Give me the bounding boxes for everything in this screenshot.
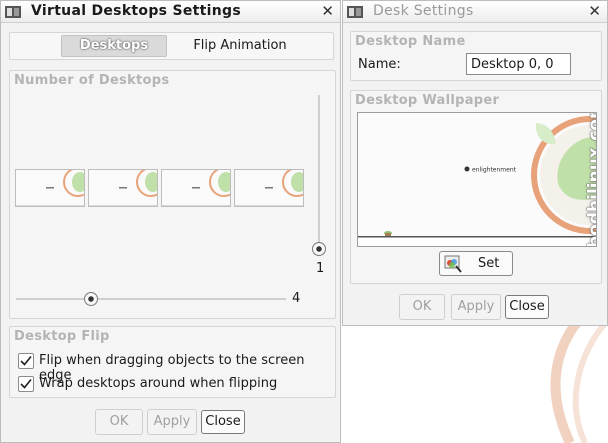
desk-close-icon[interactable]: ✕ <box>588 2 601 20</box>
number-of-desktops-frame: Number of Desktops 1 4 <box>9 70 336 319</box>
desktop-flip-label: Desktop Flip <box>14 329 110 344</box>
virtual-desktops-window: Virtual Desktops Settings ✕ Desktops Fli… <box>0 0 341 443</box>
wallpaper-preview[interactable]: enlightenment bodhilinux.com <box>357 112 597 247</box>
vd-close-icon[interactable]: ✕ <box>321 2 334 20</box>
wallpaper-image: enlightenment <box>358 113 596 246</box>
desktop-wallpaper-label: Desktop Wallpaper <box>355 93 500 108</box>
desktop-thumbnail[interactable] <box>161 169 231 207</box>
columns-slider-track[interactable] <box>16 298 286 300</box>
desktop-thumbnail[interactable] <box>234 169 304 207</box>
wallpaper-icon <box>444 255 462 273</box>
wallpaper-mini <box>235 170 303 206</box>
columns-slider-value: 4 <box>292 291 301 306</box>
vd-close-button[interactable]: Close <box>201 410 245 434</box>
desktop-name-frame: Desktop Name Name: <box>350 31 602 81</box>
app-icon <box>347 6 363 18</box>
number-of-desktops-label: Number of Desktops <box>14 73 170 88</box>
set-wallpaper-button[interactable]: Set <box>439 251 513 276</box>
desk-titlebar[interactable]: Desk Settings ✕ <box>343 1 607 23</box>
vd-titlebar[interactable]: Virtual Desktops Settings ✕ <box>1 1 340 23</box>
desktop-wallpaper-frame: Desktop Wallpaper enlightenment bodhilin… <box>350 90 602 284</box>
desk-ok-button[interactable]: OK <box>399 294 445 320</box>
name-field-label: Name: <box>358 57 401 72</box>
desktop-thumbnail[interactable] <box>15 169 85 207</box>
rows-slider-knob[interactable] <box>312 242 326 256</box>
rows-slider-value: 1 <box>316 261 325 276</box>
desktop-pager <box>15 169 307 209</box>
rows-slider-track[interactable] <box>318 95 320 247</box>
tab-flip-animation-label: Flip Animation <box>193 38 287 53</box>
wrap-desktops-label: Wrap desktops around when flipping <box>39 376 278 391</box>
checkmark-icon <box>20 378 32 389</box>
wallpaper-watermark: bodhilinux.com <box>585 112 597 247</box>
tab-desktops[interactable]: Desktops <box>61 35 167 57</box>
desktop-thumbnail[interactable] <box>88 169 158 207</box>
vd-apply-button[interactable]: Apply <box>147 409 197 435</box>
vd-ok-button[interactable]: OK <box>95 409 143 435</box>
wallpaper-caption: enlightenment <box>472 167 517 174</box>
desk-close-button[interactable]: Close <box>505 295 549 319</box>
flip-drag-checkbox[interactable] <box>18 353 34 369</box>
desk-apply-button[interactable]: Apply <box>451 294 501 320</box>
vd-window-title: Virtual Desktops Settings <box>31 3 241 19</box>
wallpaper-mini <box>89 170 157 206</box>
tab-desktops-label: Desktops <box>79 38 149 53</box>
vd-tabbar: Desktops Flip Animation <box>9 32 334 60</box>
wrap-desktops-checkbox[interactable] <box>18 376 34 392</box>
wallpaper-mini <box>16 170 84 206</box>
wallpaper-mini <box>162 170 230 206</box>
desktop-name-input[interactable] <box>466 53 571 75</box>
desk-settings-window: Desk Settings ✕ Desktop Name Name: Deskt… <box>342 0 608 326</box>
set-button-label: Set <box>478 256 500 271</box>
tab-flip-animation[interactable]: Flip Animation <box>180 36 300 58</box>
checkmark-icon <box>20 355 32 366</box>
desktop-flip-frame: Desktop Flip Flip when dragging objects … <box>9 326 336 398</box>
desktop-name-label: Desktop Name <box>355 34 466 49</box>
app-icon <box>5 6 21 18</box>
columns-slider-knob[interactable] <box>84 292 98 306</box>
desk-window-title: Desk Settings <box>373 3 474 19</box>
